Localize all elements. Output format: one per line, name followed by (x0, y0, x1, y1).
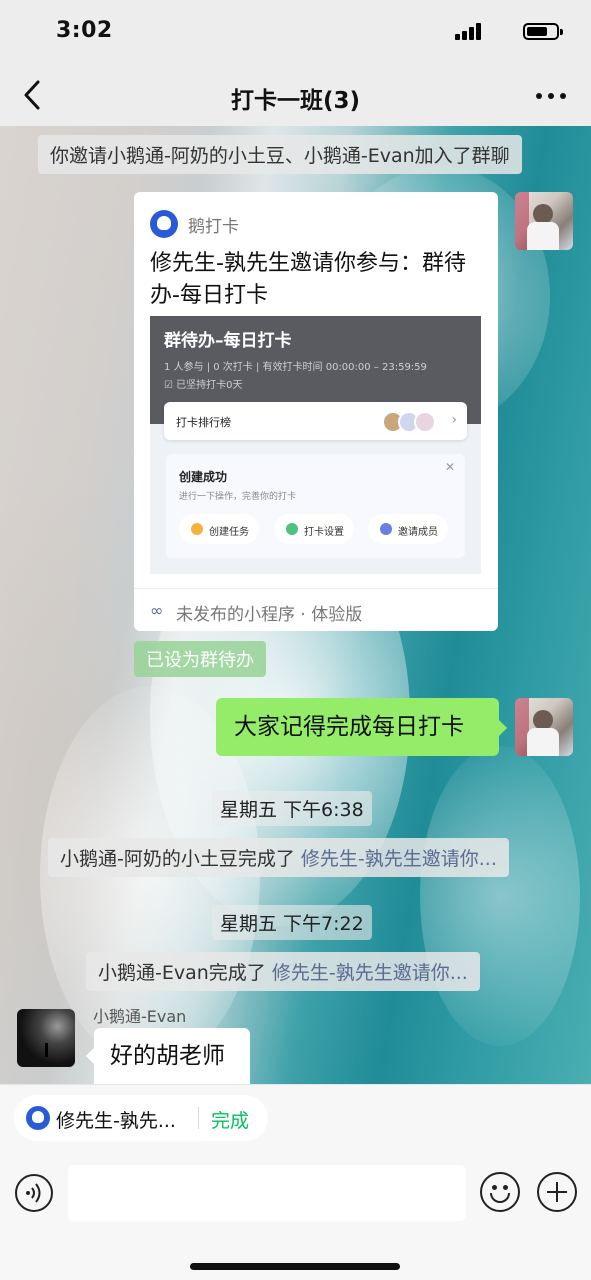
card-footer: ∞ 未发布的小程序 · 体验版 (134, 588, 498, 631)
home-indicator (190, 1263, 400, 1270)
input-area: 修先生-孰先... 完成 (0, 1084, 591, 1280)
success-subtitle: 进行一下操作，完善你的打卡 (179, 492, 297, 502)
mini-program-icon: ∞ (150, 601, 164, 620)
preview-success-panel: 创建成功 进行一下操作，完善你的打卡 ✕ 创建任务 打卡设置 邀请成员 (166, 454, 465, 558)
avatar[interactable] (515, 192, 573, 250)
settings-icon (286, 523, 298, 535)
group-todo-chip[interactable]: 修先生-孰先... 完成 (14, 1095, 268, 1141)
system-text: 小鹅通-阿奶的小土豆完成了 (60, 848, 295, 870)
divider (198, 1107, 199, 1129)
pill-settings: 打卡设置 (274, 514, 354, 544)
card-title: 修先生-孰先生邀请你参与：群待办-每日打卡 (150, 251, 466, 308)
my-message-bubble[interactable]: 大家记得完成每日打卡 (216, 698, 507, 756)
preview-title: 群待办–每日打卡 (164, 331, 292, 351)
leaderboard-label: 打卡排行榜 (176, 416, 231, 429)
sender-name: 小鹅通-Evan (93, 1007, 187, 1026)
app-logo-icon (150, 210, 178, 238)
todo-chip-text: 修先生-孰先... (56, 1110, 176, 1132)
preview-leaderboard: 打卡排行榜 › (164, 402, 467, 440)
emoji-icon[interactable] (480, 1172, 520, 1212)
success-title: 创建成功 (179, 470, 228, 484)
task-icon (191, 523, 203, 535)
status-bar: 3:02 (0, 0, 591, 64)
system-message-done: 小鹅通-阿奶的小土豆完成了 修先生-孰先生邀请你... (48, 838, 509, 877)
system-text: 小鹅通-Evan完成了 (98, 962, 266, 984)
signal-icon (455, 22, 483, 40)
card-footer-text: 未发布的小程序 · 体验版 (176, 605, 363, 625)
chevron-right-icon: › (451, 412, 457, 428)
todo-link[interactable]: 修先生-孰先生邀请你... (301, 848, 497, 870)
message-input[interactable] (68, 1165, 466, 1221)
more-icon[interactable] (536, 93, 566, 101)
other-message-bubble[interactable]: 好的胡老师 (86, 1028, 250, 1084)
avatar[interactable] (17, 1009, 75, 1067)
system-message-done: 小鹅通-Evan完成了 修先生-孰先生邀请你... (86, 952, 480, 991)
timestamp: 星期五 下午7:22 (212, 905, 372, 940)
pill-label: 邀请成员 (398, 527, 438, 538)
avatar[interactable] (515, 698, 573, 756)
preview-streak: ☑ 已坚持打卡0天 (164, 380, 243, 391)
timestamp: 星期五 下午6:38 (212, 791, 372, 826)
todo-tag[interactable]: 已设为群待办 (134, 641, 266, 677)
nav-bar: 打卡一班(3) (0, 64, 591, 126)
battery-icon (523, 23, 563, 40)
voice-icon[interactable] (14, 1173, 54, 1213)
preview-stats: 1 人参与 | 0 次打卡 | 有效打卡时间 00:00:00 – 23:59:… (164, 362, 427, 373)
app-logo-icon (26, 1106, 50, 1130)
pill-invite: 邀请成员 (368, 514, 448, 544)
card-preview: 群待办–每日打卡 1 人参与 | 0 次打卡 | 有效打卡时间 00:00:00… (150, 316, 481, 574)
system-message-invite: 你邀请小鹅通-阿奶的小土豆、小鹅通-Evan加入了群聊 (38, 135, 522, 174)
todo-link[interactable]: 修先生-孰先生邀请你... (272, 962, 468, 984)
pill-create-task: 创建任务 (179, 514, 259, 544)
chat-title: 打卡一班(3) (230, 88, 361, 114)
plus-icon[interactable] (537, 1172, 577, 1212)
pill-label: 创建任务 (209, 527, 249, 538)
invite-icon (380, 523, 392, 535)
leaderboard-avatars (382, 411, 442, 433)
app-name: 鹅打卡 (188, 217, 239, 237)
status-time: 3:02 (56, 18, 113, 43)
pill-label: 打卡设置 (304, 527, 344, 538)
todo-done-button[interactable]: 完成 (211, 1106, 249, 1133)
close-icon: ✕ (444, 460, 455, 474)
mini-program-card[interactable]: 鹅打卡 修先生-孰先生邀请你参与：群待办-每日打卡 群待办–每日打卡 1 人参与… (134, 192, 498, 631)
